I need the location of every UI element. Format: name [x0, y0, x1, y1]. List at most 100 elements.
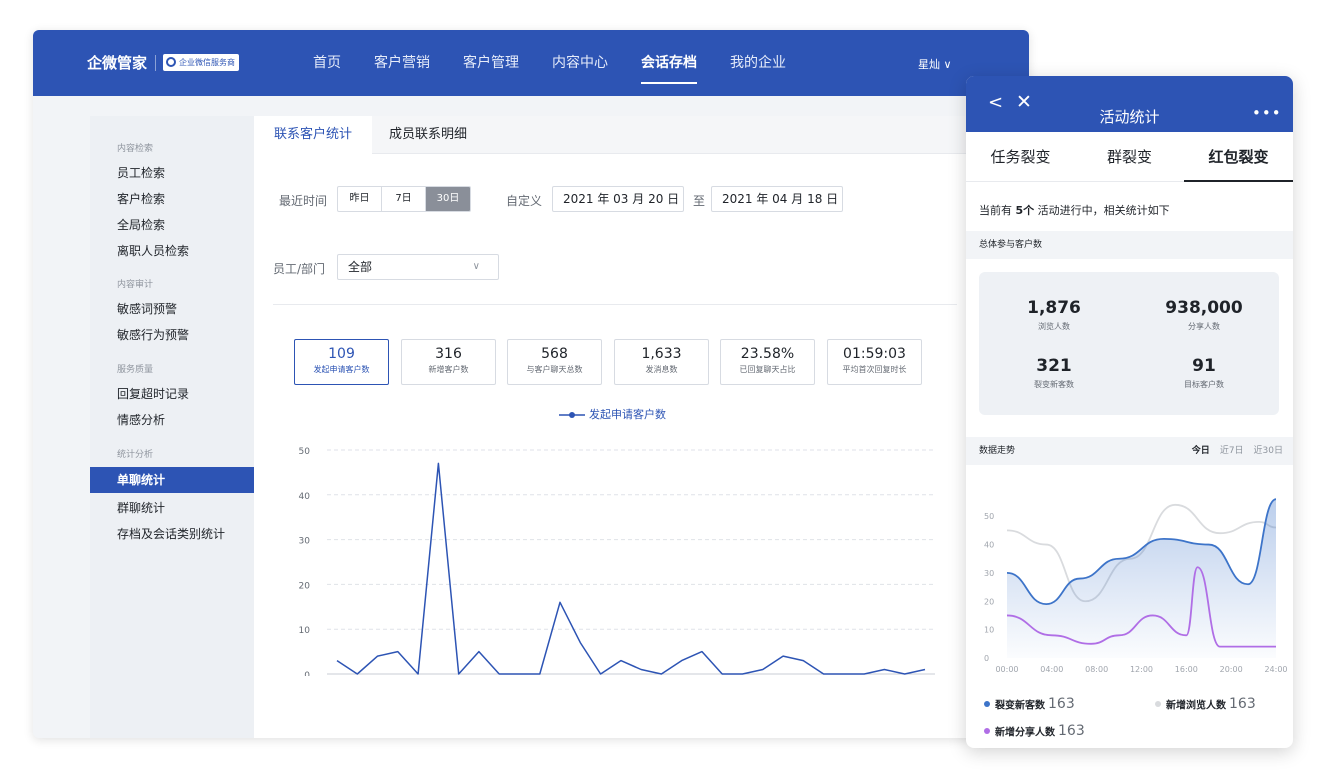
- kpi-label: 浏览人数: [1038, 322, 1070, 331]
- legend-dot-icon: [984, 701, 990, 707]
- top-navbar: 企微管家 企业微信服务商 首页 客户营销 客户管理 内容中心 会话存档 我的企业…: [33, 30, 1029, 96]
- dept-label: 员工/部门: [273, 262, 326, 276]
- kpi-value: 938,000: [1165, 298, 1243, 318]
- sidebar-item-sentiment[interactable]: 情感分析: [117, 411, 165, 428]
- range-30d[interactable]: 30日: [426, 187, 470, 211]
- nav-content-center[interactable]: 内容中心: [552, 30, 608, 96]
- sidebar-item-sensitive-behavior[interactable]: 敏感行为预警: [117, 326, 189, 343]
- y-tick-label: 20: [984, 597, 994, 606]
- stat-label: 发消息数: [645, 365, 678, 374]
- tab-group-fission[interactable]: 群裂变: [1075, 132, 1184, 182]
- sidebar-item-archive-category-stats[interactable]: 存档及会话类别统计: [117, 525, 225, 542]
- sidebar-item-sensitive-word[interactable]: 敏感词预警: [117, 300, 177, 317]
- chevron-down-icon: ∨: [472, 261, 480, 272]
- chart-legend[interactable]: 发起申请客户数: [559, 406, 666, 422]
- sidebar-item-departed-search[interactable]: 离职人员检索: [117, 242, 189, 259]
- tab-member-detail[interactable]: 成员联系明细: [369, 116, 487, 154]
- kpi-label: 分享人数: [1188, 322, 1220, 331]
- main-nav: 首页 客户营销 客户管理 内容中心 会话存档 我的企业: [313, 30, 819, 96]
- legend-count: 163: [1058, 723, 1085, 739]
- range-yesterday[interactable]: 昨日: [338, 187, 382, 211]
- stat-card-new-customers[interactable]: 316 新增客户数: [401, 339, 496, 385]
- legend-fission[interactable]: 裂变新客数 163: [984, 696, 1075, 712]
- kpi-value: 321: [1036, 356, 1072, 376]
- x-tick-label: 24:00: [1264, 665, 1287, 674]
- y-tick-label: 40: [984, 541, 994, 550]
- x-tick-label: 12:00: [1130, 665, 1153, 674]
- legend-label: 新增分享人数: [995, 727, 1055, 739]
- sidebar-item-reply-timeout[interactable]: 回复超时记录: [117, 385, 189, 402]
- sidebar-group-content-search: 内容检索: [117, 144, 154, 154]
- legend-count: 163: [1048, 696, 1075, 712]
- date-from-input[interactable]: 2021 年 03 月 20 日: [552, 186, 684, 212]
- kpi-views: 1,876 浏览人数: [979, 298, 1129, 332]
- stat-label: 已回复聊天占比: [739, 365, 796, 374]
- legend-shares[interactable]: 新增分享人数 163: [984, 723, 1085, 739]
- nav-my-enterprise[interactable]: 我的企业: [730, 30, 786, 96]
- stat-value: 23.58%: [740, 346, 795, 362]
- kpi-value: 91: [1192, 356, 1216, 376]
- note-suffix: 活动进行中，相关统计如下: [1034, 204, 1170, 217]
- kpi-label: 目标客户数: [1184, 380, 1224, 389]
- kpi-shares: 938,000 分享人数: [1129, 298, 1279, 332]
- kpi-label: 裂变新客数: [1034, 380, 1074, 389]
- legend-dot-icon: [1155, 701, 1161, 707]
- legend-line-marker-icon: [559, 412, 585, 418]
- kpi-target: 91 目标客户数: [1129, 356, 1279, 390]
- sidebar: 内容检索 员工检索 客户检索 全局检索 离职人员检索 内容审计 敏感词预警 敏感…: [90, 116, 254, 738]
- panel-title: 活动统计: [1099, 108, 1160, 126]
- sidebar-group-content-audit: 内容审计: [117, 280, 154, 290]
- range-today[interactable]: 今日: [1192, 437, 1210, 465]
- sidebar-item-single-chat-stats[interactable]: 单聊统计: [90, 467, 254, 493]
- nav-home[interactable]: 首页: [313, 30, 341, 96]
- stat-value: 109: [328, 346, 355, 362]
- section-trend-title: 数据走势: [979, 446, 1016, 456]
- tab-task-fission[interactable]: 任务裂变: [966, 132, 1075, 182]
- stat-label: 发起申请客户数: [313, 365, 370, 374]
- section-total: 总体参与客户数: [966, 231, 1293, 259]
- sidebar-item-global-search[interactable]: 全局检索: [117, 216, 165, 233]
- kpi-value: 1,876: [1027, 298, 1081, 318]
- stat-card-apply[interactable]: 109 发起申请客户数: [294, 339, 389, 385]
- activity-note: 当前有 5个 活动进行中，相关统计如下: [979, 202, 1170, 218]
- note-count: 5个: [1015, 204, 1035, 217]
- stat-card-reply-ratio[interactable]: 23.58% 已回复聊天占比: [720, 339, 815, 385]
- user-menu[interactable]: 星灿 ∨: [918, 56, 952, 72]
- stat-card-chats[interactable]: 568 与客户聊天总数: [507, 339, 602, 385]
- sidebar-group-service-quality: 服务质量: [117, 365, 154, 375]
- sidebar-item-staff-search[interactable]: 员工检索: [117, 164, 165, 181]
- sidebar-item-customer-search[interactable]: 客户检索: [117, 190, 165, 207]
- legend-views[interactable]: 新增浏览人数 163: [1155, 696, 1256, 712]
- custom-label: 自定义: [506, 194, 543, 208]
- sidebar-item-group-chat-stats[interactable]: 群聊统计: [117, 499, 165, 516]
- nav-customer-management[interactable]: 客户管理: [463, 30, 519, 96]
- line-chart: 0102030405003/2003/2203/2403/2603/2803/3…: [299, 447, 935, 676]
- date-to-input[interactable]: 2021 年 04 月 18 日: [711, 186, 843, 212]
- panel-header: < ✕ 活动统计 •••: [966, 76, 1293, 132]
- stat-value: 568: [541, 346, 568, 362]
- badge-text: 企业微信服务商: [179, 58, 235, 67]
- dept-select[interactable]: 全部 ∨: [337, 254, 499, 280]
- section-trend: 数据走势 今日 近7日 近30日: [966, 437, 1293, 465]
- range-7d[interactable]: 7日: [382, 187, 426, 211]
- y-tick-label: 20: [299, 581, 311, 591]
- stat-label: 新增客户数: [428, 365, 469, 374]
- nav-session-archive[interactable]: 会话存档: [641, 30, 697, 96]
- note-prefix: 当前有: [979, 204, 1016, 217]
- y-tick-label: 30: [299, 537, 311, 547]
- y-tick-label: 10: [299, 626, 311, 636]
- range-30d[interactable]: 近30日: [1254, 437, 1283, 465]
- stat-card-messages[interactable]: 1,633 发消息数: [614, 339, 709, 385]
- tab-redpacket-fission[interactable]: 红包裂变: [1184, 132, 1293, 182]
- dept-select-value: 全部: [348, 260, 373, 274]
- kpi-card: 1,876 浏览人数 938,000 分享人数 321 裂变新客数 91 目标客…: [979, 272, 1279, 415]
- tab-customer-stats[interactable]: 联系客户统计: [254, 116, 373, 154]
- stat-card-first-reply[interactable]: 01:59:03 平均首次回复时长: [827, 339, 922, 385]
- legend-count: 163: [1229, 696, 1256, 712]
- range-7d[interactable]: 近7日: [1220, 437, 1244, 465]
- nav-customer-marketing[interactable]: 客户营销: [374, 30, 430, 96]
- legend-label: 新增浏览人数: [1166, 700, 1226, 712]
- panel-tabs: 任务裂变 群裂变 红包裂变: [966, 132, 1293, 182]
- trend-chart: 0 10 20 30 40 50 00:00 04:00 08:00 12:00 16:00 20:0…: [984, 498, 1288, 674]
- more-icon[interactable]: •••: [1252, 104, 1282, 122]
